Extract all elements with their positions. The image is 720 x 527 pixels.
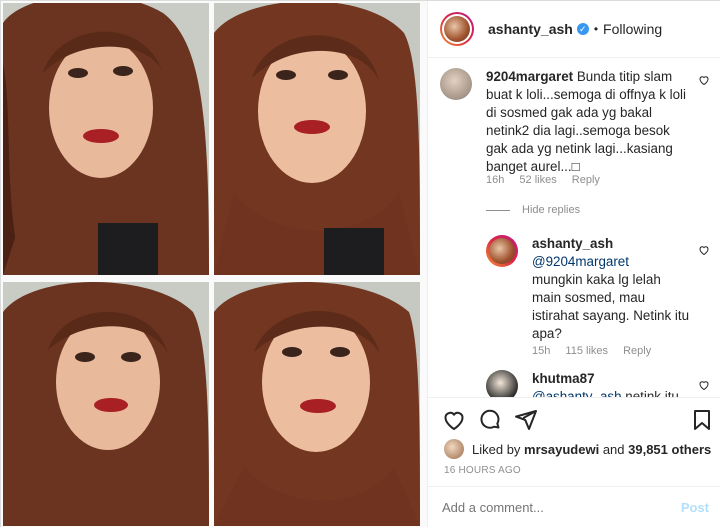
liked-by-prefix: Liked by (472, 441, 525, 457)
comment-meta: 16h 52 likes Reply (486, 174, 612, 186)
reply-body: khutma87 @ashanty_ash netink itu (532, 370, 692, 397)
liker-avatar[interactable] (444, 439, 464, 459)
liked-by-and: and (599, 441, 629, 457)
post-photo-4 (214, 282, 420, 526)
comment-text: Bunda titip slam buat k loli...semoga di… (486, 69, 686, 174)
hide-replies-label: Hide replies (522, 204, 581, 216)
post-details-panel: ashanty_ash ✓ • Following 9204margaret B… (427, 1, 720, 527)
commenter-username[interactable]: 9204margaret (486, 69, 573, 84)
reply-username[interactable]: ashanty_ash (532, 236, 613, 251)
comment-likes[interactable]: 52 likes (519, 174, 556, 186)
post-photo-1 (3, 3, 209, 275)
following-button[interactable]: Following (603, 21, 662, 37)
author-username[interactable]: ashanty_ash (488, 21, 573, 37)
bookmark-icon[interactable] (690, 408, 714, 432)
reply-button[interactable]: Reply (572, 174, 600, 186)
heart-icon[interactable] (698, 74, 710, 86)
add-comment-bar: Post (428, 486, 720, 527)
author-avatar[interactable] (440, 12, 474, 46)
post-header: ashanty_ash ✓ • Following (428, 1, 720, 58)
heart-icon[interactable] (698, 244, 710, 256)
liked-by-user[interactable]: mrsayudewi (524, 442, 599, 457)
share-icon[interactable] (514, 408, 538, 432)
comment-time: 16h (486, 174, 505, 186)
comments-list[interactable]: 9204margaret Bunda titip slam buat k lol… (428, 58, 720, 397)
reply-mention[interactable]: @9204margaret (532, 254, 629, 269)
reply-avatar[interactable] (486, 235, 518, 267)
hide-replies-button[interactable]: Hide replies (486, 204, 580, 216)
reply-mention[interactable]: @ashanty_ash (532, 389, 622, 397)
reply-avatar[interactable] (486, 370, 518, 397)
comment-icon[interactable] (478, 408, 502, 432)
verified-badge-icon: ✓ (576, 23, 589, 35)
commenter-avatar[interactable] (440, 68, 472, 100)
post-photo-3 (3, 282, 209, 526)
reply-text: mungkin kaka lg lelah main sosmed, mau i… (532, 272, 690, 341)
post-timestamp[interactable]: 16 HOURS AGO (444, 465, 521, 476)
liked-by-others[interactable]: 39,851 others (628, 442, 711, 457)
post-media[interactable] (1, 1, 427, 527)
header-separator: • (593, 22, 599, 36)
reply-text: netink itu (625, 389, 679, 397)
reply-button[interactable]: Reply (623, 345, 651, 357)
reply-time: 15h (532, 345, 551, 357)
hide-replies-line (486, 209, 510, 211)
reply-likes[interactable]: 115 likes (565, 345, 608, 357)
add-comment-input[interactable] (442, 500, 662, 515)
likes-summary: Liked by mrsayudewi and 39,851 others (444, 439, 711, 459)
heart-icon[interactable] (698, 379, 710, 391)
reply-meta: 15h 115 likes Reply (532, 345, 663, 357)
post-photo-2 (214, 3, 420, 275)
comment-body: 9204margaret Bunda titip slam buat k lol… (486, 68, 691, 176)
instagram-post-modal: ashanty_ash ✓ • Following 9204margaret B… (0, 0, 720, 527)
reply-username[interactable]: khutma87 (532, 371, 595, 386)
reply-body: ashanty_ash @9204margaret mungkin kaka l… (532, 235, 692, 343)
post-comment-button[interactable]: Post (681, 500, 709, 515)
heart-icon[interactable] (442, 408, 466, 432)
